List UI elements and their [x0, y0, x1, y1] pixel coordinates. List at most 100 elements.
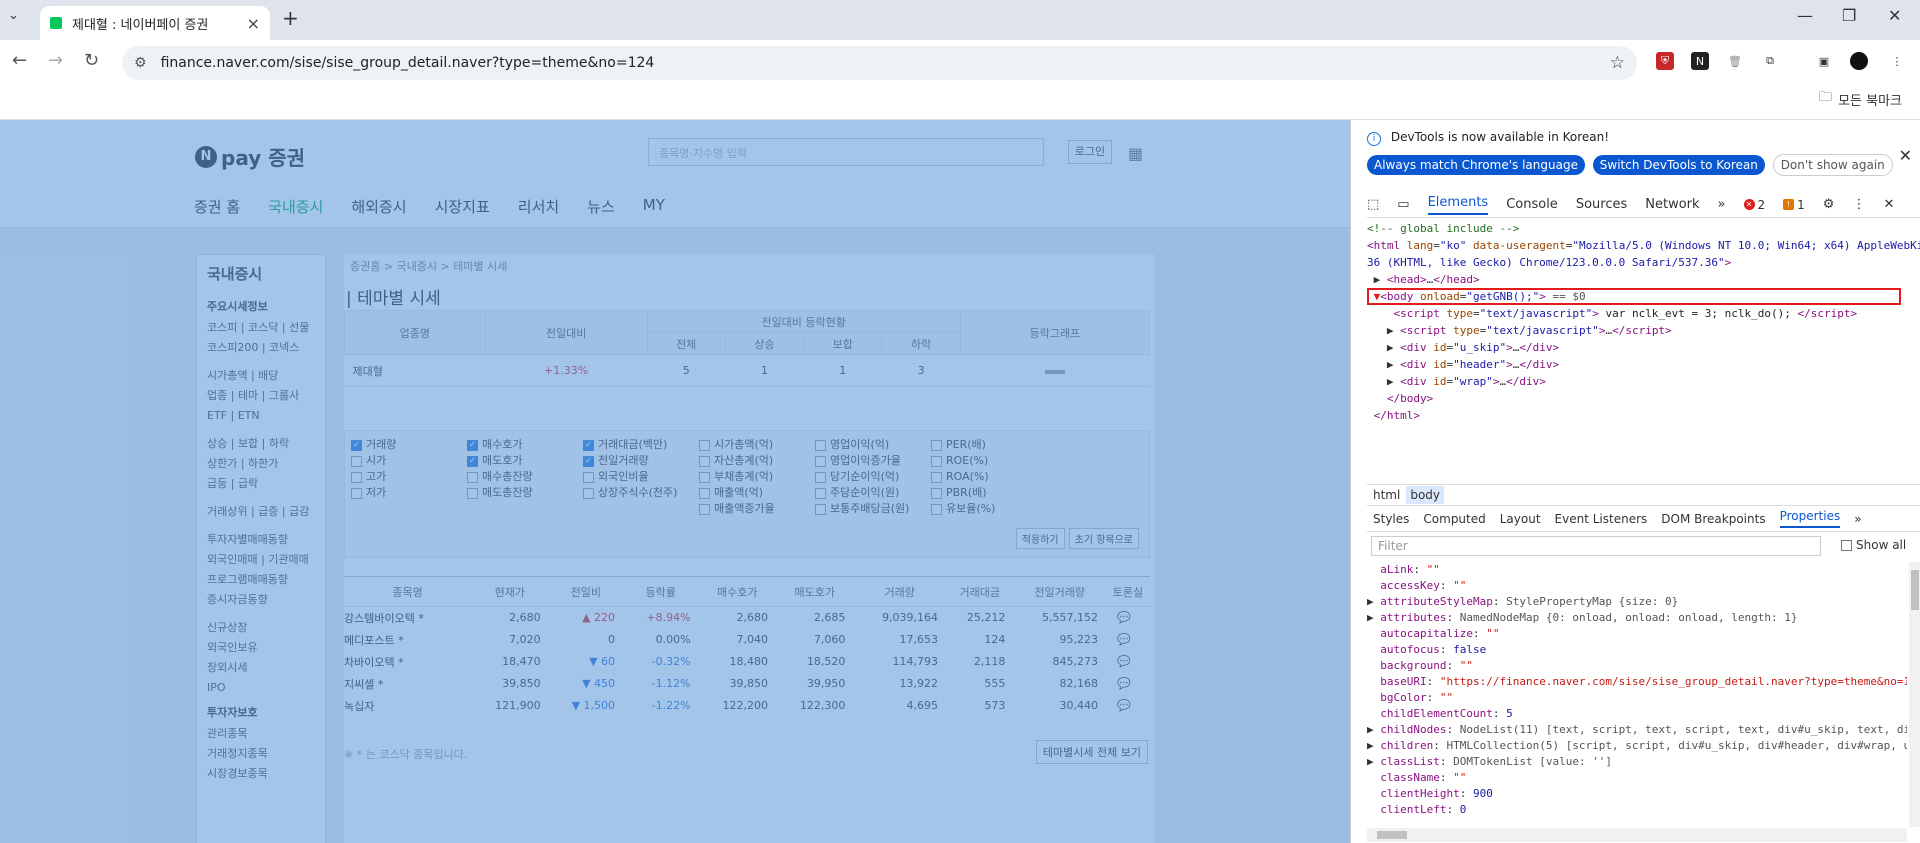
filter-checkbox[interactable]: 저가: [351, 485, 481, 501]
checkbox-icon[interactable]: [815, 471, 826, 483]
forward-icon[interactable]: →: [48, 50, 63, 71]
lnb-item[interactable]: 투자자별매매동향: [207, 530, 315, 550]
filter-checkbox[interactable]: PBR(배): [931, 485, 1061, 501]
lnb-item[interactable]: [207, 358, 315, 366]
panel-tab[interactable]: Styles: [1373, 512, 1409, 526]
tab-sources[interactable]: Sources: [1576, 197, 1627, 212]
checkbox-icon[interactable]: [699, 439, 710, 451]
checkbox-icon[interactable]: [815, 455, 826, 467]
stock-name[interactable]: 강스템바이오텍 *: [344, 607, 471, 629]
dom-line[interactable]: </html>: [1367, 407, 1920, 424]
prop-row[interactable]: bgColor: "": [1367, 690, 1907, 706]
checkbox-icon[interactable]: [699, 503, 710, 515]
panel-tab[interactable]: DOM Breakpoints: [1661, 512, 1765, 526]
checkbox-icon[interactable]: [583, 487, 594, 499]
close-tab-icon[interactable]: ×: [247, 14, 260, 33]
table-row[interactable]: 차바이오텍 * 18,470 ▼ 60 -0.32% 18,480 18,520 114,7…: [344, 651, 1150, 673]
inspect-icon[interactable]: ⬚: [1367, 197, 1379, 212]
table-row[interactable]: 지씨셀 * 39,850 ▼ 450 -1.12% 39,850 39,950 13,922…: [344, 673, 1150, 695]
new-tab-icon[interactable]: +: [282, 6, 299, 30]
checkbox-icon[interactable]: ✓: [583, 439, 594, 451]
properties-scrollbar[interactable]: [1909, 562, 1920, 827]
prop-row[interactable]: ▶ classList: DOMTokenList [value: '']: [1367, 754, 1907, 770]
lnb-item[interactable]: 상한가 | 하한가: [207, 454, 315, 474]
restore-icon[interactable]: ❐: [1842, 6, 1856, 25]
tab-elements[interactable]: Elements: [1427, 195, 1489, 215]
filter-checkbox[interactable]: 자산총계(억): [699, 453, 829, 469]
lnb-item[interactable]: 외국인보유: [207, 638, 315, 658]
checkbox-icon[interactable]: [931, 487, 942, 499]
close-devtools-icon[interactable]: ✕: [1883, 197, 1894, 212]
prop-row[interactable]: autofocus: false: [1367, 642, 1907, 658]
filter-checkbox[interactable]: PER(배): [931, 437, 1061, 453]
checkbox-icon[interactable]: [815, 487, 826, 499]
dom-line[interactable]: ▶ <head>…</head>: [1367, 271, 1920, 288]
lnb-item[interactable]: [207, 426, 315, 434]
address-bar[interactable]: ⚙ finance.naver.com/sise/sise_group_deta…: [122, 46, 1637, 80]
prop-row[interactable]: accessKey: "": [1367, 578, 1907, 594]
filter-checkbox[interactable]: ✓ 전일거래량: [583, 453, 713, 469]
profile-avatar[interactable]: [1850, 52, 1868, 70]
lnb-item[interactable]: [207, 522, 315, 530]
lnb-item[interactable]: 거래정지종목: [207, 744, 315, 764]
dom-line[interactable]: <html lang="ko" data-useragent="Mozilla/…: [1367, 237, 1920, 254]
dom-line[interactable]: <!-- global include -->: [1367, 220, 1920, 237]
close-banner-icon[interactable]: ✕: [1899, 146, 1912, 165]
filter-checkbox[interactable]: 보통주배당금(원): [815, 501, 945, 517]
checkbox-icon[interactable]: ✓: [583, 455, 594, 467]
table-row[interactable]: 메디포스트 * 7,020 0 0.00% 7,040 7,060 17,653 124 95,…: [344, 629, 1150, 651]
checkbox-icon[interactable]: [815, 439, 826, 451]
sidepanel-icon[interactable]: ▣: [1815, 52, 1833, 70]
lnb-item[interactable]: 시가총액 | 배당: [207, 366, 315, 386]
lnb-item[interactable]: 급등 | 급락: [207, 474, 315, 494]
panel-tab[interactable]: Event Listeners: [1555, 512, 1648, 526]
panel-tab[interactable]: Layout: [1500, 512, 1541, 526]
gnb-item[interactable]: 증권 홈: [194, 196, 240, 217]
checkbox-icon[interactable]: ✓: [467, 455, 478, 467]
filter-checkbox[interactable]: 유보율(%): [931, 501, 1061, 517]
discussion-icon[interactable]: 💬: [1106, 607, 1150, 629]
devtools-menu-icon[interactable]: ⋮: [1852, 197, 1865, 212]
filter-checkbox[interactable]: ROE(%): [931, 453, 1061, 469]
lnb-item[interactable]: 프로그램매매동향: [207, 570, 315, 590]
crumb-html[interactable]: html: [1373, 488, 1400, 502]
discussion-icon[interactable]: 💬: [1106, 673, 1150, 695]
match-language-button[interactable]: Always match Chrome's language: [1367, 155, 1585, 175]
checkbox-icon[interactable]: [931, 455, 942, 467]
trash-extension-icon[interactable]: 🗑: [1726, 52, 1744, 70]
dom-line[interactable]: ▶ <div id="wrap">…</div>: [1367, 373, 1920, 390]
prop-row[interactable]: ▶ children: HTMLCollection(5) [script, s…: [1367, 738, 1907, 754]
filter-checkbox[interactable]: 주당순이익(원): [815, 485, 945, 501]
dom-tree[interactable]: <!-- global include --> <html lang="ko" …: [1367, 220, 1920, 424]
lnb-item[interactable]: 코스피 | 코스닥 | 선물: [207, 318, 315, 338]
checkbox-icon[interactable]: [351, 471, 362, 483]
gnb-item[interactable]: 국내증시: [268, 196, 323, 217]
tab-console[interactable]: Console: [1506, 197, 1558, 212]
lnb-item[interactable]: 신규상장: [207, 618, 315, 638]
filter-checkbox[interactable]: ROA(%): [931, 469, 1061, 485]
apply-button[interactable]: 적용하기: [1015, 528, 1065, 549]
dom-line[interactable]: ▶ <div id="u_skip">…</div>: [1367, 339, 1920, 356]
properties-list[interactable]: aLink: "" accessKey: "" ▶ attributeStyle…: [1367, 562, 1907, 818]
menu-icon[interactable]: ⋮: [1888, 52, 1906, 70]
prop-row[interactable]: childElementCount: 5: [1367, 706, 1907, 722]
lnb-item[interactable]: 관리종목: [207, 724, 315, 744]
dom-line[interactable]: </body>: [1367, 390, 1920, 407]
minimize-icon[interactable]: —: [1797, 6, 1813, 25]
notion-extension-icon[interactable]: N: [1691, 52, 1709, 70]
checkbox-icon[interactable]: [931, 439, 942, 451]
lnb-item[interactable]: ETF | ETN: [207, 406, 315, 426]
prop-row[interactable]: ▶ childNodes: NodeList(11) [text, script…: [1367, 722, 1907, 738]
filter-checkbox[interactable]: ✓ 거래대금(백만): [583, 437, 713, 453]
app-grid-icon[interactable]: ▦: [1128, 144, 1143, 163]
login-button[interactable]: 로그인: [1068, 140, 1112, 164]
checkbox-icon[interactable]: [931, 503, 942, 515]
checkbox-icon[interactable]: [931, 471, 942, 483]
checkbox-icon[interactable]: [699, 471, 710, 483]
tab-network[interactable]: Network: [1645, 197, 1699, 212]
filter-checkbox[interactable]: 시가: [351, 453, 481, 469]
device-icon[interactable]: ▭: [1397, 197, 1409, 212]
horizontal-scrollbar[interactable]: [1367, 828, 1907, 842]
filter-checkbox[interactable]: 영업이익증가율: [815, 453, 945, 469]
stock-name[interactable]: 메디포스트 *: [344, 629, 471, 651]
